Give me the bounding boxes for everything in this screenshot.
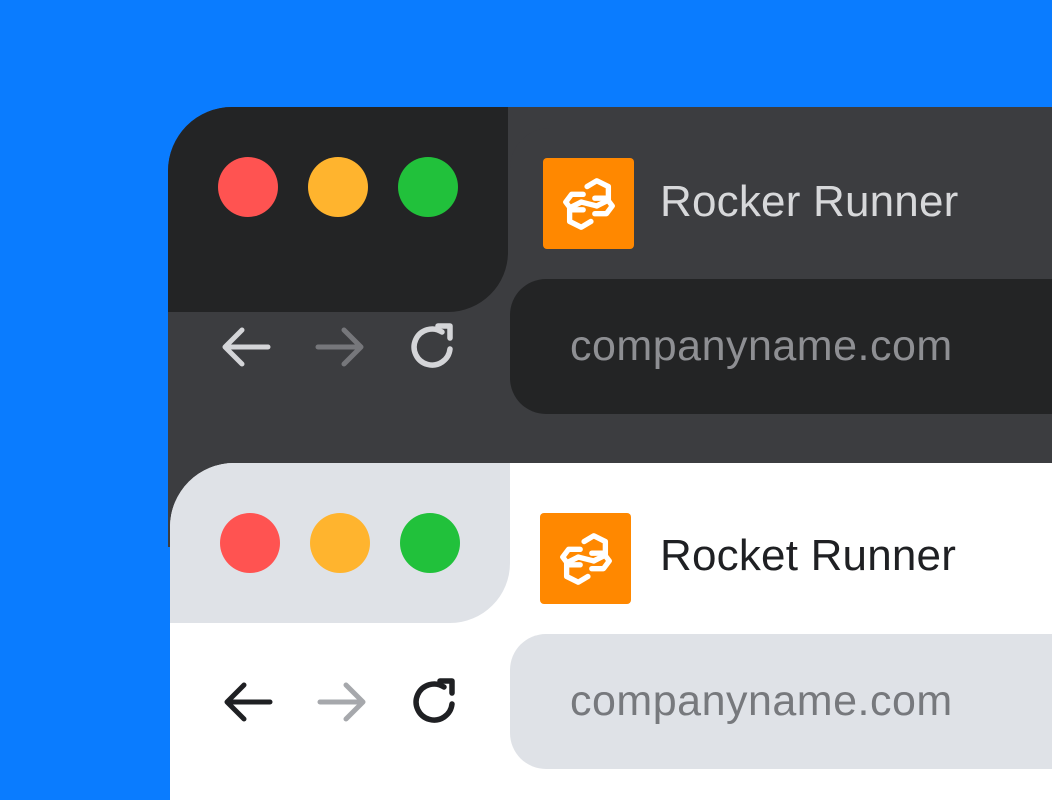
minimize-window-button[interactable]	[308, 157, 368, 217]
background: { "colors": { "background": "#0A7CFF", "…	[0, 0, 1052, 800]
reload-icon[interactable]	[406, 674, 462, 730]
arrow-left-icon[interactable]	[220, 674, 276, 730]
maximize-window-button[interactable]	[398, 157, 458, 217]
minimize-window-button[interactable]	[310, 513, 370, 573]
address-bar-url[interactable]: companyname.com	[570, 322, 953, 371]
address-bar-url[interactable]: companyname.com	[570, 677, 953, 726]
arrow-right-icon[interactable]	[314, 674, 370, 730]
arrow-left-icon[interactable]	[218, 319, 274, 375]
maximize-window-button[interactable]	[400, 513, 460, 573]
close-window-button[interactable]	[218, 157, 278, 217]
tab-title: Rocket Runner	[660, 531, 957, 580]
rocket-runner-logo-icon	[540, 513, 631, 604]
light-browser-window: Rocket Runner companyname.com	[170, 463, 1052, 800]
tab-title: Rocker Runner	[660, 177, 959, 226]
reload-icon[interactable]	[404, 319, 460, 375]
close-window-button[interactable]	[220, 513, 280, 573]
arrow-right-icon[interactable]	[312, 319, 368, 375]
rocket-runner-logo-icon	[543, 158, 634, 249]
